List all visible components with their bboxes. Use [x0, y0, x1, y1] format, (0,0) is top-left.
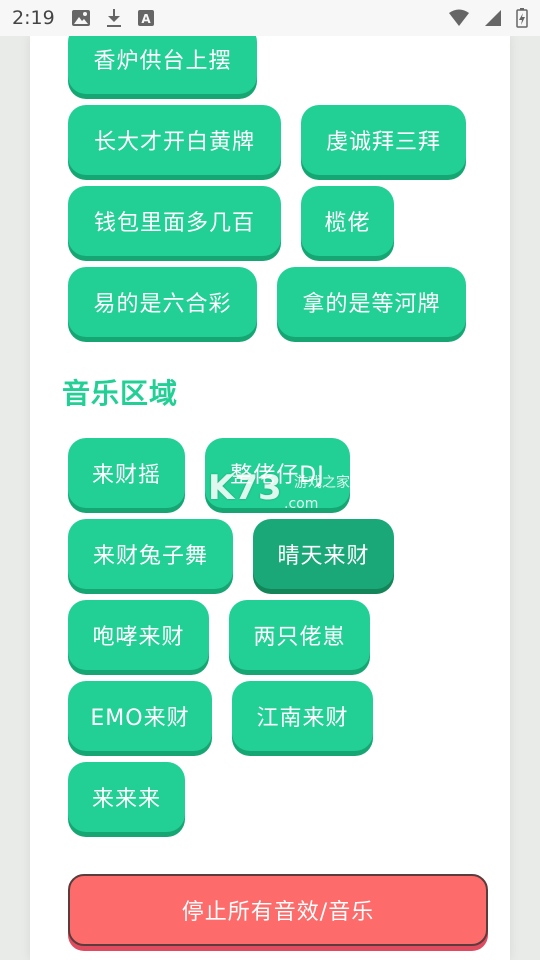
stop-all-button[interactable]: 停止所有音效/音乐: [68, 874, 488, 946]
status-system: [448, 8, 528, 28]
music-button[interactable]: 整佬仔DJ: [205, 438, 350, 508]
music-button[interactable]: 来财兔子舞: [68, 519, 233, 589]
font-icon: A: [137, 9, 155, 27]
music-button[interactable]: 咆哮来财: [68, 600, 209, 670]
music-button[interactable]: 来财摇: [68, 438, 185, 508]
signal-icon: [484, 9, 502, 27]
music-button[interactable]: EMO来财: [68, 681, 212, 751]
wifi-icon: [448, 9, 470, 27]
sound-button[interactable]: 榄佬: [301, 186, 394, 256]
sound-button[interactable]: 虔诚拜三拜: [301, 105, 466, 175]
battery-icon: [516, 8, 528, 28]
music-button[interactable]: 两只佬崽: [229, 600, 370, 670]
content-card: 香炉供台上摆 长大才开白黄牌 虔诚拜三拜 钱包里面多几百 榄佬 易的是六合彩 拿…: [30, 24, 510, 960]
status-bar: 2:19 A: [0, 0, 540, 36]
status-notifications: A: [71, 8, 155, 28]
sound-button[interactable]: 拿的是等河牌: [277, 267, 466, 337]
music-section-title: 音乐区域: [62, 377, 179, 410]
sound-button[interactable]: 钱包里面多几百: [68, 186, 281, 256]
sound-button[interactable]: 长大才开白黄牌: [68, 105, 281, 175]
status-time: 2:19: [12, 7, 55, 29]
download-icon: [105, 8, 123, 28]
music-button[interactable]: 来来来: [68, 762, 185, 832]
music-button[interactable]: 江南来财: [232, 681, 373, 751]
sound-button[interactable]: 易的是六合彩: [68, 267, 257, 337]
image-icon: [71, 9, 91, 27]
svg-text:A: A: [141, 12, 151, 26]
music-button-active[interactable]: 晴天来财: [253, 519, 394, 589]
